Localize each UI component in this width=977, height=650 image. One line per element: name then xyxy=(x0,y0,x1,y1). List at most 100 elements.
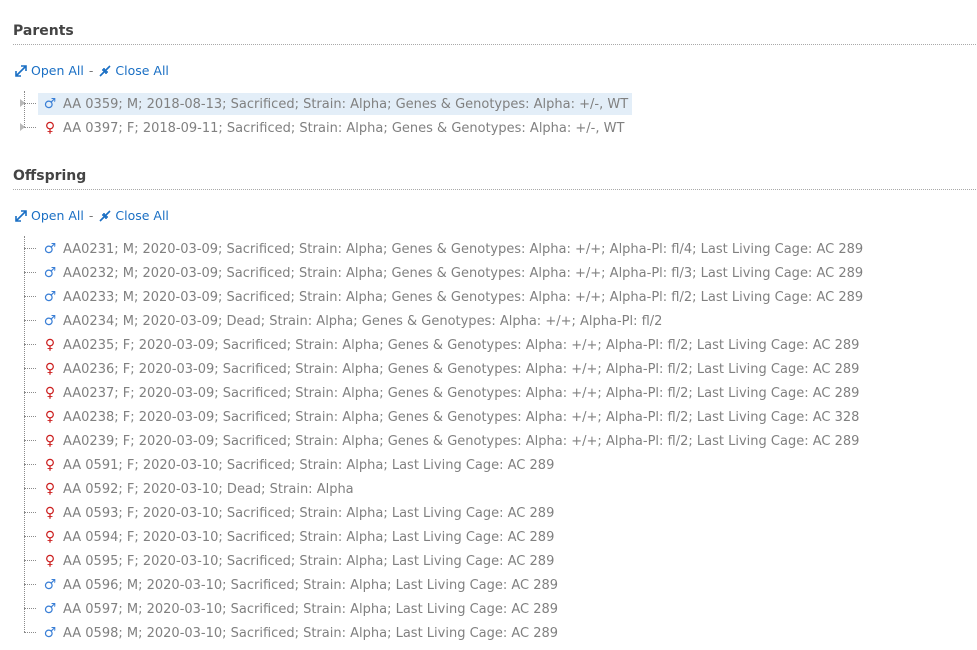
male-symbol-icon: ♂ xyxy=(43,241,57,257)
offspring-animal-item[interactable]: ♂ AA0232; M; 2020-03-09; Sacrificed; Stra… xyxy=(38,262,867,284)
animal-label: AA0233; M; 2020-03-09; Sacrificed; Strai… xyxy=(63,290,864,305)
female-symbol-icon: ♀ xyxy=(44,481,56,497)
tree-branch-line xyxy=(24,512,36,513)
tree-branch-line xyxy=(24,248,36,249)
female-symbol-icon: ♀ xyxy=(44,337,56,353)
offspring-tree-node: ♂ AA 0597; M; 2020-03-10; Sacrificed; Str… xyxy=(24,596,867,620)
tree-branch-line xyxy=(24,344,36,345)
offspring-toggles: Open All - Close All xyxy=(15,207,169,225)
animal-label: AA0237; F; 2020-03-09; Sacrificed; Strai… xyxy=(63,386,860,401)
offspring-tree-node: ♂ AA 0596; M; 2020-03-10; Sacrificed; Str… xyxy=(24,572,867,596)
female-symbol-icon: ♀ xyxy=(44,529,56,545)
offspring-animal-item[interactable]: ♂ AA0234; M; 2020-03-09; Dead; Strain: Al… xyxy=(38,310,666,332)
tree-branch-line xyxy=(24,536,36,537)
offspring-tree-node: ♀ AA0236; F; 2020-03-09; Sacrificed; Stra… xyxy=(24,356,867,380)
parents-animal-item[interactable]: ♀ AA 0397; F; 2018-09-11; Sacrificed; Str… xyxy=(38,117,628,139)
offspring-tree-node: ♀ AA 0593; F; 2020-03-10; Sacrificed; Str… xyxy=(24,500,867,524)
offspring-tree-node: ♀ AA0235; F; 2020-03-09; Sacrificed; Stra… xyxy=(24,332,867,356)
animal-label: AA0235; F; 2020-03-09; Sacrificed; Strai… xyxy=(63,338,860,353)
offspring-tree-node: ♀ AA 0595; F; 2020-03-10; Sacrificed; Str… xyxy=(24,548,867,572)
female-symbol-icon: ♀ xyxy=(44,409,56,425)
parents-tree-node: ♀ AA 0397; F; 2018-09-11; Sacrificed; Str… xyxy=(20,115,632,139)
offspring-animal-item[interactable]: ♂ AA 0598; M; 2020-03-10; Sacrificed; Str… xyxy=(38,622,562,644)
male-symbol-icon: ♂ xyxy=(43,96,57,112)
animal-label: AA 0594; F; 2020-03-10; Sacrificed; Stra… xyxy=(63,530,555,545)
offspring-tree-node: ♂ AA0234; M; 2020-03-09; Dead; Strain: Al… xyxy=(24,308,867,332)
female-symbol-icon: ♀ xyxy=(44,433,56,449)
offspring-tree-node: ♀ AA 0592; F; 2020-03-10; Dead; Strain: A… xyxy=(24,476,867,500)
offspring-title: Offspring xyxy=(13,166,976,190)
parents-tree: ♂ AA 0359; M; 2018-08-13; Sacrificed; Str… xyxy=(20,91,633,139)
female-symbol-icon: ♀ xyxy=(44,120,56,136)
parents-tree-node: ♂ AA 0359; M; 2018-08-13; Sacrificed; Str… xyxy=(20,91,633,115)
parents-close-all-link[interactable]: Close All xyxy=(99,63,169,78)
offspring-animal-item[interactable]: ♂ AA 0597; M; 2020-03-10; Sacrificed; Str… xyxy=(38,598,562,620)
parents-open-all-link[interactable]: Open All xyxy=(15,63,84,78)
offspring-animal-item[interactable]: ♀ AA 0595; F; 2020-03-10; Sacrificed; Str… xyxy=(38,550,558,572)
offspring-section: Offspring Open All - Close All xyxy=(13,166,976,223)
female-symbol-icon: ♀ xyxy=(44,457,56,473)
offspring-tree-node: ♂ AA0231; M; 2020-03-09; Sacrificed; Stra… xyxy=(24,236,867,260)
offspring-animal-item[interactable]: ♀ AA 0592; F; 2020-03-10; Dead; Strain: A… xyxy=(38,478,358,500)
tree-branch-line xyxy=(24,296,36,297)
offspring-tree-node: ♀ AA 0591; F; 2020-03-10; Sacrificed; Str… xyxy=(24,452,867,476)
tree-branch-line xyxy=(24,272,36,273)
offspring-tree-node: ♀ AA0237; F; 2020-03-09; Sacrificed; Stra… xyxy=(24,380,867,404)
offspring-animal-item[interactable]: ♀ AA0235; F; 2020-03-09; Sacrificed; Stra… xyxy=(38,334,863,356)
offspring-animal-item[interactable]: ♀ AA0238; F; 2020-03-09; Sacrificed; Stra… xyxy=(38,406,863,428)
tree-branch-line xyxy=(24,464,36,465)
offspring-animal-item[interactable]: ♂ AA0233; M; 2020-03-09; Sacrificed; Stra… xyxy=(38,286,867,308)
animal-label: AA 0593; F; 2020-03-10; Sacrificed; Stra… xyxy=(63,506,555,521)
offspring-open-all-label: Open All xyxy=(31,208,84,223)
offspring-animal-item[interactable]: ♀ AA0236; F; 2020-03-09; Sacrificed; Stra… xyxy=(38,358,863,380)
tree-branch-line xyxy=(24,608,36,609)
tree-branch-line xyxy=(24,127,36,128)
offspring-close-all-label: Close All xyxy=(115,208,169,223)
female-symbol-icon: ♀ xyxy=(44,361,56,377)
male-symbol-icon: ♂ xyxy=(43,577,57,593)
offspring-animal-item[interactable]: ♀ AA 0591; F; 2020-03-10; Sacrificed; Str… xyxy=(38,454,558,476)
animal-label: AA0238; F; 2020-03-09; Sacrificed; Strai… xyxy=(63,410,860,425)
animal-label: AA 0592; F; 2020-03-10; Dead; Strain: Al… xyxy=(63,482,354,497)
offspring-tree: ♂ AA0231; M; 2020-03-09; Sacrificed; Stra… xyxy=(24,236,867,644)
offspring-tree-node: ♀ AA0239; F; 2020-03-09; Sacrificed; Stra… xyxy=(24,428,867,452)
tree-branch-line xyxy=(24,368,36,369)
collapse-arrows-icon xyxy=(99,65,111,77)
tree-branch-line xyxy=(24,440,36,441)
parents-close-all-label: Close All xyxy=(115,63,169,78)
tree-branch-line xyxy=(24,392,36,393)
offspring-tree-node: ♂ AA 0598; M; 2020-03-10; Sacrificed; Str… xyxy=(24,620,867,644)
offspring-close-all-link[interactable]: Close All xyxy=(99,208,169,223)
expand-arrow-icon[interactable] xyxy=(20,123,25,131)
offspring-toggle-separator: - xyxy=(88,208,94,223)
male-symbol-icon: ♂ xyxy=(43,313,57,329)
parents-toggle-separator: - xyxy=(88,63,94,78)
tree-branch-line xyxy=(24,584,36,585)
male-symbol-icon: ♂ xyxy=(43,601,57,617)
animal-label: AA 0597; M; 2020-03-10; Sacrificed; Stra… xyxy=(63,602,559,617)
parents-animal-item[interactable]: ♂ AA 0359; M; 2018-08-13; Sacrificed; Str… xyxy=(38,93,633,115)
male-symbol-icon: ♂ xyxy=(43,265,57,281)
tree-branch-line xyxy=(24,560,36,561)
offspring-animal-item[interactable]: ♀ AA0237; F; 2020-03-09; Sacrificed; Stra… xyxy=(38,382,863,404)
animal-label: AA0239; F; 2020-03-09; Sacrificed; Strai… xyxy=(63,434,860,449)
tree-branch-line xyxy=(24,632,36,633)
offspring-animal-item[interactable]: ♀ AA 0593; F; 2020-03-10; Sacrificed; Str… xyxy=(38,502,558,524)
expand-arrows-icon xyxy=(15,210,27,222)
offspring-animal-item[interactable]: ♀ AA0239; F; 2020-03-09; Sacrificed; Stra… xyxy=(38,430,863,452)
offspring-animal-item[interactable]: ♂ AA0231; M; 2020-03-09; Sacrificed; Stra… xyxy=(38,238,867,260)
tree-branch-line xyxy=(24,103,36,104)
animal-label: AA 0595; F; 2020-03-10; Sacrificed; Stra… xyxy=(63,554,555,569)
offspring-tree-node: ♀ AA0238; F; 2020-03-09; Sacrificed; Stra… xyxy=(24,404,867,428)
expand-arrows-icon xyxy=(15,65,27,77)
expand-arrow-icon[interactable] xyxy=(20,99,25,107)
tree-branch-line xyxy=(24,320,36,321)
female-symbol-icon: ♀ xyxy=(44,553,56,569)
offspring-open-all-link[interactable]: Open All xyxy=(15,208,84,223)
female-symbol-icon: ♀ xyxy=(44,505,56,521)
male-symbol-icon: ♂ xyxy=(43,289,57,305)
offspring-animal-item[interactable]: ♀ AA 0594; F; 2020-03-10; Sacrificed; Str… xyxy=(38,526,558,548)
offspring-animal-item[interactable]: ♂ AA 0596; M; 2020-03-10; Sacrificed; Str… xyxy=(38,574,562,596)
parents-toggles: Open All - Close All xyxy=(15,62,169,80)
animal-label: AA0232; M; 2020-03-09; Sacrificed; Strai… xyxy=(63,266,864,281)
